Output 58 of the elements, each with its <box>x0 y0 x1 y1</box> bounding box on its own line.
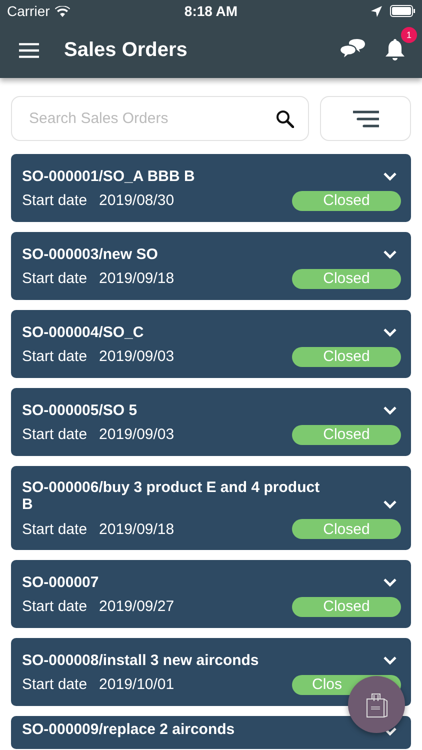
order-card[interactable]: SO-000006/buy 3 product E and 4 product B Start date 2019/09/18 Closed <box>11 466 411 550</box>
carrier-label: Carrier <box>7 3 50 19</box>
date-value: 2019/09/18 <box>99 520 176 538</box>
location-icon <box>371 6 382 16</box>
order-card[interactable]: SO-000003/new SO Start date 2019/09/18 Closed <box>11 232 411 300</box>
chevron-down-icon[interactable] <box>383 500 397 509</box>
order-title: SO-000006/buy 3 product E and 4 product B <box>22 479 321 513</box>
search-icon[interactable] <box>276 110 294 128</box>
chevron-down-icon[interactable] <box>383 656 397 665</box>
date-value: 2019/10/01 <box>99 676 176 693</box>
page-title: Sales Orders <box>64 38 188 62</box>
order-title: SO-000001/SO_A BBB B <box>22 168 195 184</box>
chevron-down-icon[interactable] <box>383 250 397 259</box>
status-badge: Closed <box>292 190 401 210</box>
order-title: SO-000009/replace 2 airconds <box>22 721 235 738</box>
date-label: Start date <box>22 676 88 693</box>
order-title: SO-000005/SO 5 <box>22 402 138 418</box>
date-label: Start date <box>22 426 88 443</box>
order-title: SO-000007 <box>22 574 99 590</box>
bell-icon[interactable] <box>385 39 405 61</box>
wifi-icon <box>54 6 70 16</box>
date-label: Start date <box>22 192 88 209</box>
shopping-bag-icon <box>364 692 388 718</box>
status-badge: Closed <box>292 346 401 366</box>
order-card[interactable]: SO-000009/replace 2 airconds <box>11 716 411 749</box>
date-label: Start date <box>22 520 88 538</box>
sort-icon <box>352 110 378 128</box>
chevron-down-icon[interactable] <box>383 172 397 181</box>
order-title: SO-000008/install 3 new airconds <box>22 652 259 668</box>
order-card[interactable]: SO-000007 Start date 2019/09/27 Closed <box>11 560 411 628</box>
order-card[interactable]: SO-000008/install 3 new airconds Start date 2019/10/01 Clos <box>11 638 411 706</box>
order-card[interactable]: SO-000001/SO_A BBB B Start date 2019/08/30 Closed <box>11 154 411 222</box>
status-badge: Closed <box>292 268 401 288</box>
notification-badge: 1 <box>401 27 417 43</box>
status-badge: Closed <box>292 424 401 444</box>
order-card[interactable]: SO-000004/SO_C Start date 2019/09/03 Closed <box>11 310 411 378</box>
date-value: 2019/09/03 <box>99 426 176 443</box>
order-title: SO-000003/new SO <box>22 246 158 262</box>
date-label: Start date <box>22 598 88 615</box>
chevron-down-icon[interactable] <box>383 328 397 337</box>
search-bar[interactable]: Search Sales Orders <box>11 96 309 141</box>
status-badge: Closed <box>292 596 401 616</box>
battery-icon <box>390 5 415 17</box>
chevron-down-icon[interactable] <box>383 406 397 415</box>
date-value: 2019/08/30 <box>99 192 176 209</box>
date-value: 2019/09/03 <box>99 348 176 365</box>
date-label: Start date <box>22 348 88 365</box>
clock-time: 8:18 AM <box>184 3 238 19</box>
order-card[interactable]: SO-000005/SO 5 Start date 2019/09/03 Closed <box>11 388 411 456</box>
chevron-down-icon[interactable] <box>383 578 397 587</box>
date-value: 2019/09/18 <box>99 270 176 287</box>
chevron-down-icon[interactable] <box>383 727 397 736</box>
status-badge: Closed <box>292 519 401 539</box>
date-value: 2019/09/27 <box>99 598 176 615</box>
menu-icon[interactable] <box>19 42 39 58</box>
date-label: Start date <box>22 270 88 287</box>
filter-button[interactable] <box>320 96 411 141</box>
order-title: SO-000004/SO_C <box>22 324 144 340</box>
